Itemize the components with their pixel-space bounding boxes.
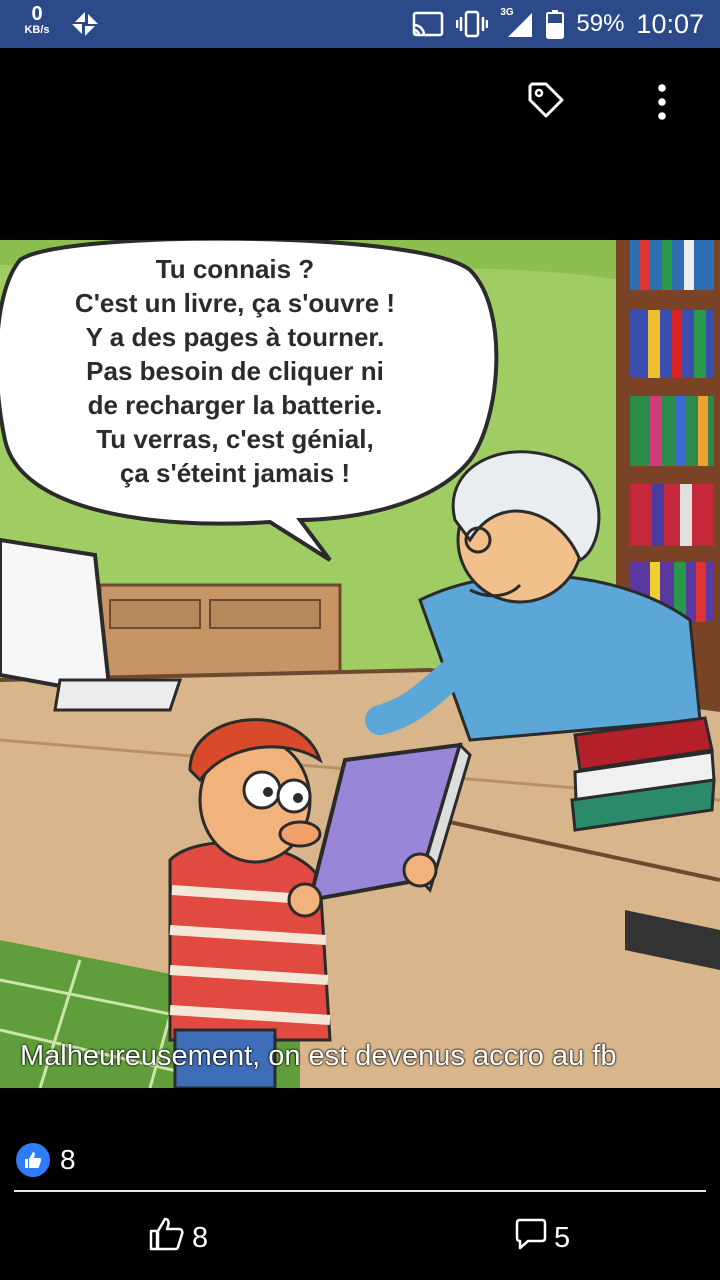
comment-icon (514, 1217, 548, 1259)
speech-line: de recharger la batterie. (87, 390, 383, 420)
post-caption: Malheureusement, on est devenus accro au… (20, 1040, 617, 1072)
like-reaction-icon (16, 1143, 50, 1177)
more-options-button[interactable] (640, 80, 684, 124)
comment-button[interactable]: 5 (514, 1218, 570, 1258)
speech-bubble-text: Tu connais ? C'est un livre, ça s'ouvre … (10, 252, 460, 490)
like-count: 8 (192, 1221, 209, 1254)
pinwheel-icon (70, 10, 100, 43)
like-button[interactable]: 8 (148, 1216, 209, 1260)
status-bar: 0 KB/s 3G 59% 10:07 (0, 0, 720, 48)
clock: 10:07 (636, 8, 704, 39)
reaction-count: 8 (60, 1144, 76, 1175)
speech-line: C'est un livre, ça s'ouvre ! (74, 288, 396, 318)
more-vertical-icon (640, 84, 684, 128)
battery-percent: 59% (576, 10, 625, 37)
cast-icon (412, 11, 444, 37)
speech-line: Tu connais ? (155, 254, 315, 284)
vibrate-icon (456, 10, 489, 38)
tag-button[interactable] (526, 80, 570, 124)
network-speed: 0 KB/s (18, 4, 56, 36)
speech-line: ça s'éteint jamais ! (119, 458, 351, 488)
reaction-summary[interactable]: 8 (16, 1142, 76, 1178)
battery-icon (546, 9, 565, 39)
photo-toolbar (0, 48, 720, 158)
comment-count: 5 (554, 1221, 571, 1254)
network-speed-unit: KB/s (24, 24, 50, 36)
speech-line: Tu verras, c'est génial, (96, 424, 374, 454)
network-speed-value: 0 (31, 3, 43, 25)
speech-line: Y a des pages à tourner. (85, 322, 385, 352)
thumbs-up-icon (148, 1216, 186, 1260)
tag-icon (526, 82, 566, 124)
signal-icon: 3G (500, 7, 534, 39)
speech-line: Pas besoin de cliquer ni (86, 356, 384, 386)
divider (14, 1190, 706, 1192)
